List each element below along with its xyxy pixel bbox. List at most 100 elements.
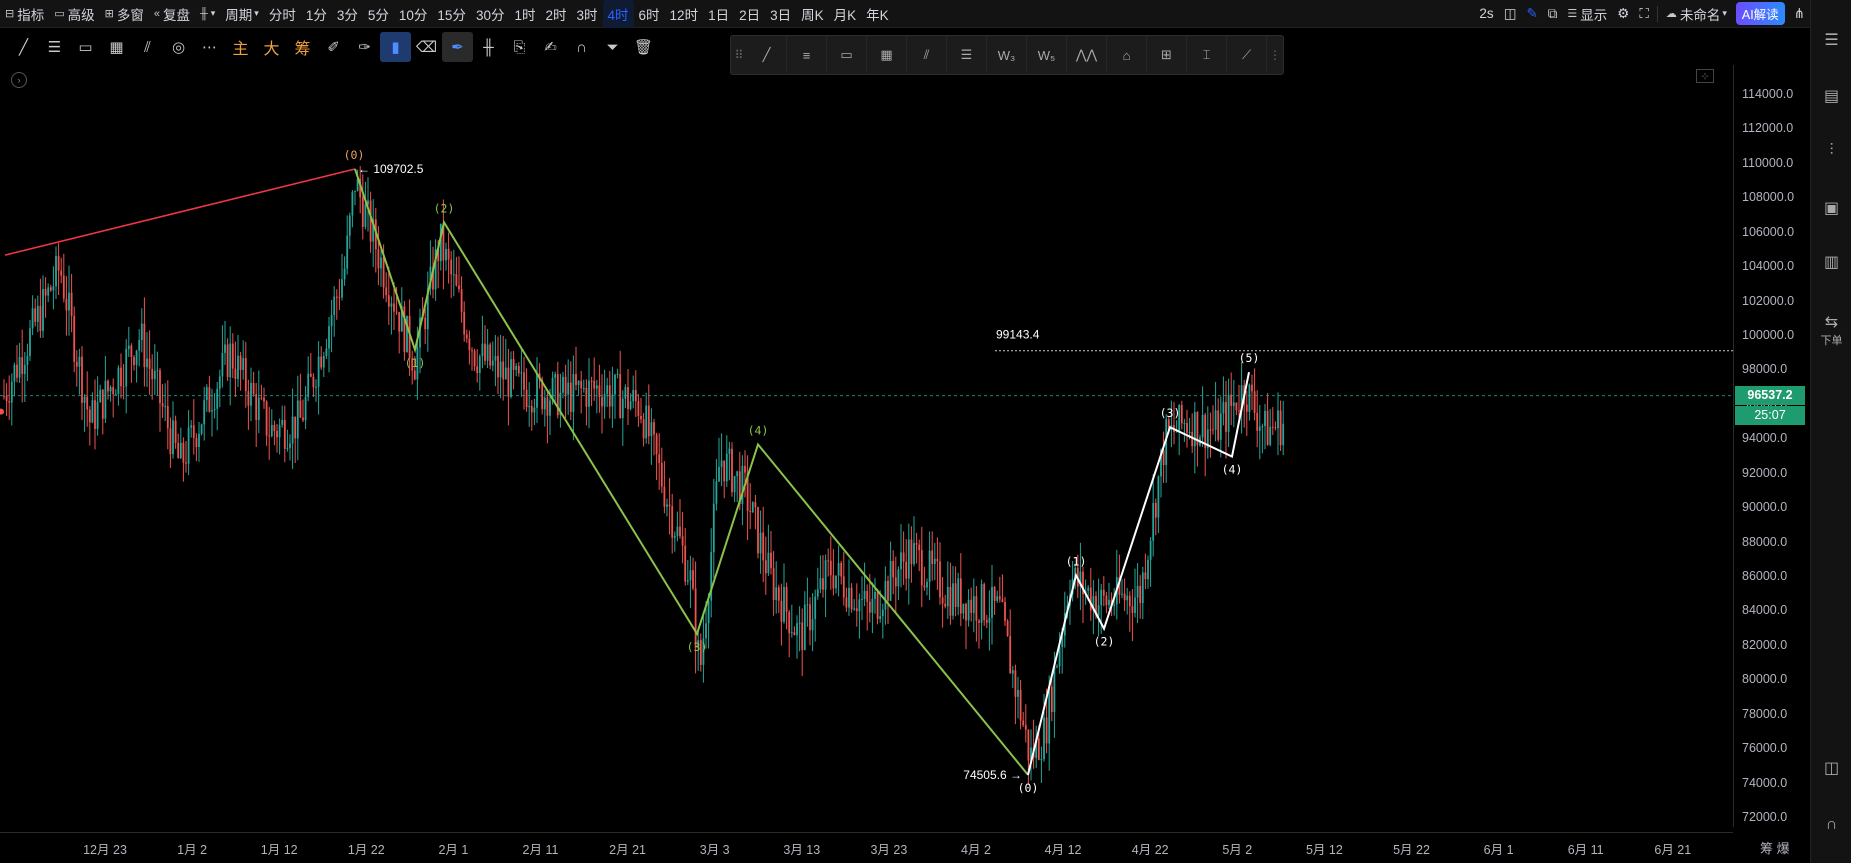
parallel-channel-tool-icon[interactable]: ⫽ [132,32,163,62]
brush-tool-icon[interactable]: ✑ [349,32,380,62]
chips-button[interactable]: 筹 [287,32,318,62]
edit-tool-icon[interactable]: ✐ [318,32,349,62]
time-tick-label: 6月 1 [1483,843,1514,857]
trend-line-tool-icon[interactable]: ╱ [8,32,39,62]
candle-body [1266,410,1269,445]
interval-tab[interactable]: 10分 [394,0,433,28]
interval-tab[interactable]: 1时 [509,0,540,28]
monitor-icon[interactable]: ▣ [1811,198,1851,218]
order-button[interactable]: ⇆ 下单 [1811,312,1851,348]
interval-tab[interactable]: 2日 [734,0,765,28]
interval-tab[interactable]: 5分 [363,0,394,28]
candle-body [866,590,869,602]
candle-body [1180,404,1183,424]
candle-body [471,350,473,352]
candle-body [361,197,364,227]
candle-body [354,190,356,192]
interval-tab[interactable]: 15分 [432,0,471,28]
white-wave-label: (0) [1018,781,1039,795]
pen-icon[interactable]: ✎ [1521,0,1542,28]
drag-handle-icon[interactable]: ⠿ [731,48,747,62]
interval-tab[interactable]: 月K [829,0,862,28]
interval-tab[interactable]: 30分 [471,0,510,28]
magnet-tool-icon[interactable]: ∩ [566,32,597,62]
price-chart[interactable]: (0) (1) (2) (3) (4) (0) (1) (2) (3) (4) (5) ← 10970… [0,65,1733,827]
camera-icon[interactable]: ◫ [1499,0,1522,28]
main-indicator-button[interactable]: 主 [225,32,256,62]
fullscreen-icon[interactable]: ⛶ [1634,0,1653,28]
candle-body [962,603,965,614]
collapse-toggle-icon[interactable]: › [11,72,27,88]
candle-body [1256,412,1259,431]
candle-body [458,285,460,290]
more-tools-icon[interactable]: ⋯ [194,32,225,62]
interval-tab[interactable]: 3分 [332,0,363,28]
headset-icon[interactable]: ∩ [1811,816,1851,834]
candle-body [616,373,619,375]
refresh-interval[interactable]: 2s [1474,0,1498,28]
interval-tab[interactable]: 2时 [540,0,571,28]
big-order-button[interactable]: 大 [256,32,287,62]
candle-body [114,393,117,395]
horizontal-lines-tool-icon[interactable]: ☰ [39,32,70,62]
display-button[interactable]: ☰ 显示 [1562,0,1612,28]
candle-body [270,425,273,436]
pen-tool-icon[interactable]: ✒ [442,32,473,62]
chart-settings-icon[interactable]: ⊹ [1696,69,1714,83]
settings-icon[interactable]: ⚙ [1612,0,1634,28]
ai-analysis-button[interactable]: AI解读 [1735,2,1785,25]
interval-tab[interactable]: 3时 [572,0,603,28]
interval-tab[interactable]: 周K [796,0,829,28]
bookmark-tool-icon[interactable]: ▮ [380,32,411,62]
price-tick-label: 92000.0 [1742,465,1788,480]
candle-body [177,442,180,459]
candle-tool-icon[interactable]: ╫ [473,32,504,62]
more-icon[interactable]: ⋮ [1267,48,1283,62]
list-icon: ☰ [1567,8,1578,20]
chart-canvas[interactable]: (0) (1) (2) (3) (4) (0) (1) (2) (3) (4) (5) ← 10970… [0,65,1733,827]
interval-tab[interactable]: 年K [861,0,894,28]
interval-tab[interactable]: 1分 [301,0,332,28]
candle-body [133,357,135,365]
layout-icon[interactable]: ◫ [1811,758,1851,778]
window-icon[interactable]: ⧉ [1543,0,1563,28]
candle-body [975,596,978,621]
trash-tool-icon[interactable]: 🗑 [628,32,659,62]
candle-body [8,401,11,403]
candle-body [614,374,616,395]
copy-tool-icon[interactable]: ⎘ [504,32,535,62]
interval-tab[interactable]: 1日 [703,0,734,28]
candle-body [967,599,970,621]
interval-tab[interactable]: 3日 [765,0,796,28]
candle-body [224,344,226,353]
price-tick-label: 80000.0 [1742,672,1788,687]
price-axis[interactable]: 114000.0 112000.0 110000.0 108000.0 106000.0… [1733,65,1810,827]
time-axis[interactable]: 12月 23 1月 2 1月 12 1月 22 2月 1 2月 11 2月 21 3月 3 3月… [0,832,1733,860]
note-tool-icon[interactable]: ✍ [535,32,566,62]
chart-icon[interactable]: ▤ [1811,86,1851,106]
filter-tool-icon[interactable]: ⏷ [597,32,628,62]
interval-tab[interactable]: 分时 [264,0,301,28]
advanced-button[interactable]: ▭ 高级 [49,0,99,28]
replay-button[interactable]: «复盘 [149,0,195,28]
interval-tab-active[interactable]: 4时 [602,0,634,28]
analysis-icon[interactable]: ⫶ [1811,142,1851,160]
indicators-button[interactable]: ⊟ 指标 [0,0,49,28]
layout-name-button[interactable]: ☁ 未命名 ▾ [1661,0,1732,28]
multi-window-button[interactable]: ⊞ 多窗 [100,0,149,28]
chart-type-button[interactable]: ╫ ▾ [195,0,220,28]
candle-body [915,543,918,545]
interval-tab[interactable]: 6时 [634,0,665,28]
measure-tool-icon[interactable]: ▦ [101,32,132,62]
rectangle-tool-icon[interactable]: ▭ [70,32,101,62]
share-icon[interactable]: ⋔ [1789,0,1810,28]
spiral-tool-icon[interactable]: ◎ [163,32,194,62]
price-edge-marker [0,408,4,415]
calculator-icon[interactable]: ▥ [1811,252,1851,272]
candle-body [302,417,304,421]
period-button[interactable]: 周期 ▾ [220,0,264,28]
eraser-tool-icon[interactable]: ⌫ [411,32,442,62]
watchlist-icon[interactable]: ☰ [1811,30,1851,50]
interval-tab[interactable]: 12时 [665,0,704,28]
candle-body [1134,597,1136,613]
